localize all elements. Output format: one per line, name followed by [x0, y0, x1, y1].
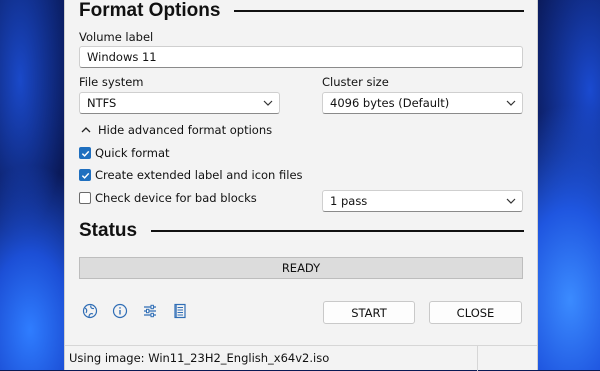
- close-label: CLOSE: [456, 305, 495, 320]
- status-header: Status: [79, 218, 524, 244]
- settings-sliders-icon: [144, 304, 156, 318]
- info-icon: [112, 303, 128, 319]
- passes-select[interactable]: 1 pass: [322, 190, 523, 212]
- checkbox-checked-icon: [79, 169, 91, 181]
- advanced-options-label: Hide advanced format options: [98, 123, 273, 137]
- volume-label-caption: Volume label: [79, 30, 154, 44]
- chevron-down-icon: [506, 100, 516, 106]
- status-message: Using image: Win11_23H2_English_x64v2.is…: [69, 351, 330, 365]
- format-options-title: Format Options: [79, 0, 221, 21]
- file-system-select[interactable]: NTFS: [79, 92, 280, 114]
- chevron-down-icon: [506, 198, 516, 204]
- rufus-window: Format Options Volume label Windows 11 F…: [64, 0, 538, 371]
- start-button[interactable]: START: [323, 301, 415, 324]
- progress-bar: READY: [79, 257, 523, 279]
- settings-button[interactable]: [141, 302, 159, 320]
- passes-value: 1 pass: [330, 194, 368, 208]
- log-button[interactable]: [171, 302, 189, 320]
- checkbox-checked-icon: [79, 147, 91, 159]
- log-icon: [174, 303, 186, 319]
- quick-format-checkbox[interactable]: Quick format: [79, 145, 170, 161]
- chevron-up-icon: [81, 127, 91, 133]
- status-divider: [477, 345, 478, 371]
- close-button[interactable]: CLOSE: [429, 301, 522, 324]
- cluster-size-select[interactable]: 4096 bytes (Default): [322, 92, 523, 114]
- extended-label-label: Create extended label and icon files: [95, 168, 303, 182]
- status-text: READY: [281, 261, 321, 275]
- start-label: START: [351, 305, 387, 320]
- file-system-caption: File system: [79, 75, 144, 89]
- advanced-options-toggle[interactable]: Hide advanced format options: [81, 122, 272, 138]
- volume-label-value: Windows 11: [87, 50, 157, 64]
- status-line: Using image: Win11_23H2_English_x64v2.is…: [65, 345, 537, 371]
- format-options-header: Format Options: [79, 0, 524, 24]
- bad-blocks-label: Check device for bad blocks: [95, 191, 257, 205]
- file-system-value: NTFS: [87, 96, 117, 110]
- volume-label-input[interactable]: Windows 11: [79, 46, 523, 68]
- extended-label-checkbox[interactable]: Create extended label and icon files: [79, 167, 303, 183]
- bad-blocks-checkbox[interactable]: Check device for bad blocks: [79, 190, 257, 206]
- cluster-size-caption: Cluster size: [322, 75, 389, 89]
- checkbox-unchecked-icon: [79, 192, 91, 204]
- about-button[interactable]: [111, 302, 129, 320]
- header-rule: [234, 10, 524, 12]
- language-button[interactable]: [81, 302, 99, 320]
- quick-format-label: Quick format: [95, 146, 170, 160]
- globe-icon: [82, 303, 98, 319]
- cluster-size-value: 4096 bytes (Default): [330, 96, 450, 110]
- chevron-down-icon: [263, 100, 273, 106]
- status-title: Status: [79, 220, 138, 241]
- header-rule: [151, 230, 524, 232]
